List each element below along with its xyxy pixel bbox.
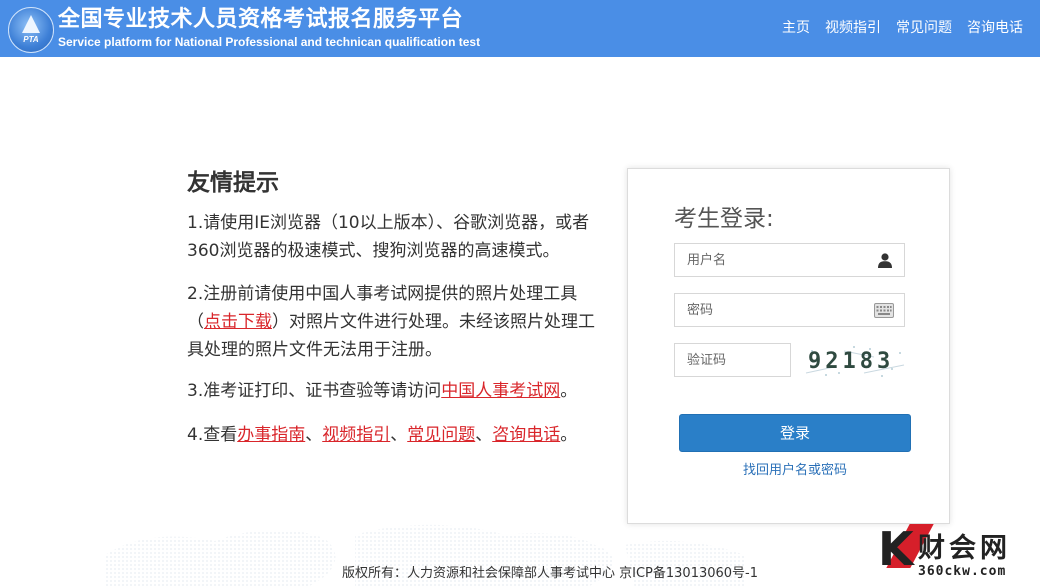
logo-triangle-icon bbox=[22, 15, 40, 33]
password-field-wrapper bbox=[674, 293, 905, 327]
watermark-text: 财会网 bbox=[918, 533, 1011, 564]
site-title: 全国专业技术人员资格考试报名服务平台 bbox=[58, 7, 464, 32]
notice-item-3-end: 。 bbox=[560, 381, 578, 401]
login-button[interactable]: 登录 bbox=[679, 414, 911, 452]
notice-item-4: 4.查看办事指南、视频指引、常见问题、咨询电话。 bbox=[187, 421, 607, 449]
faq-link[interactable]: 常见问题 bbox=[407, 425, 475, 445]
notice-title: 友情提示 bbox=[187, 170, 279, 196]
watermark-letter: K bbox=[878, 522, 914, 576]
video-guide-link[interactable]: 视频指引 bbox=[322, 425, 390, 445]
notice-item-4-end: 。 bbox=[560, 425, 578, 445]
forgot-credentials-link[interactable]: 找回用户名或密码 bbox=[679, 459, 911, 478]
nav-home[interactable]: 主页 bbox=[782, 17, 810, 37]
guide-link[interactable]: 办事指南 bbox=[237, 425, 305, 445]
watermark-logo: K 财会网 360ckw.com bbox=[878, 522, 1038, 586]
nav-video-guide[interactable]: 视频指引 bbox=[825, 17, 881, 37]
separator: 、 bbox=[390, 425, 408, 445]
captcha-image[interactable]: 92183 bbox=[804, 343, 908, 379]
watermark-url: 360ckw.com bbox=[918, 564, 1007, 579]
notice-item-4-text: 4.查看 bbox=[187, 425, 238, 445]
site-subtitle: Service platform for National Profession… bbox=[58, 35, 481, 49]
captcha-code: 92183 bbox=[808, 349, 894, 374]
notice-item-3-text: 3.准考证打印、证书查验等请访问 bbox=[187, 381, 442, 401]
username-field-wrapper bbox=[674, 243, 905, 277]
keyboard-icon[interactable] bbox=[874, 303, 894, 318]
notice-item-2: 2.注册前请使用中国人事考试网提供的照片处理工具（点击下载）对照片文件进行处理。… bbox=[187, 280, 607, 364]
login-title: 考生登录: bbox=[674, 206, 774, 232]
notice-item-3: 3.准考证打印、证书查验等请访问中国人事考试网。 bbox=[187, 377, 607, 405]
user-icon bbox=[878, 253, 892, 268]
top-header: PTA 全国专业技术人员资格考试报名服务平台 Service platform … bbox=[0, 0, 1040, 57]
pta-logo[interactable]: PTA bbox=[8, 7, 54, 53]
captcha-field-wrapper bbox=[674, 343, 791, 377]
login-panel: 考生登录: 92183 登录 找回用户名或密码 bbox=[627, 168, 950, 524]
logo-text: PTA bbox=[23, 35, 39, 44]
top-nav: 主页 视频指引 常见问题 咨询电话 bbox=[782, 17, 1023, 37]
contact-phone-link[interactable]: 咨询电话 bbox=[492, 425, 560, 445]
cpta-website-link[interactable]: 中国人事考试网 bbox=[441, 381, 560, 401]
footer-copyright: 版权所有：人力资源和社会保障部人事考试中心 京ICP备13013060号-1 bbox=[342, 566, 759, 581]
separator: 、 bbox=[305, 425, 323, 445]
nav-faq[interactable]: 常见问题 bbox=[896, 17, 952, 37]
notice-item-1: 1.请使用IE浏览器（10以上版本）、谷歌浏览器，或者360浏览器的极速模式、搜… bbox=[187, 213, 590, 261]
password-input[interactable] bbox=[675, 294, 904, 326]
username-input[interactable] bbox=[675, 244, 904, 276]
nav-contact-phone[interactable]: 咨询电话 bbox=[967, 17, 1023, 37]
separator: 、 bbox=[475, 425, 493, 445]
download-tool-link[interactable]: 点击下载 bbox=[204, 312, 272, 332]
notice-panel: 友情提示 1.请使用IE浏览器（10以上版本）、谷歌浏览器，或者360浏览器的极… bbox=[187, 168, 607, 445]
captcha-input[interactable] bbox=[675, 344, 790, 376]
